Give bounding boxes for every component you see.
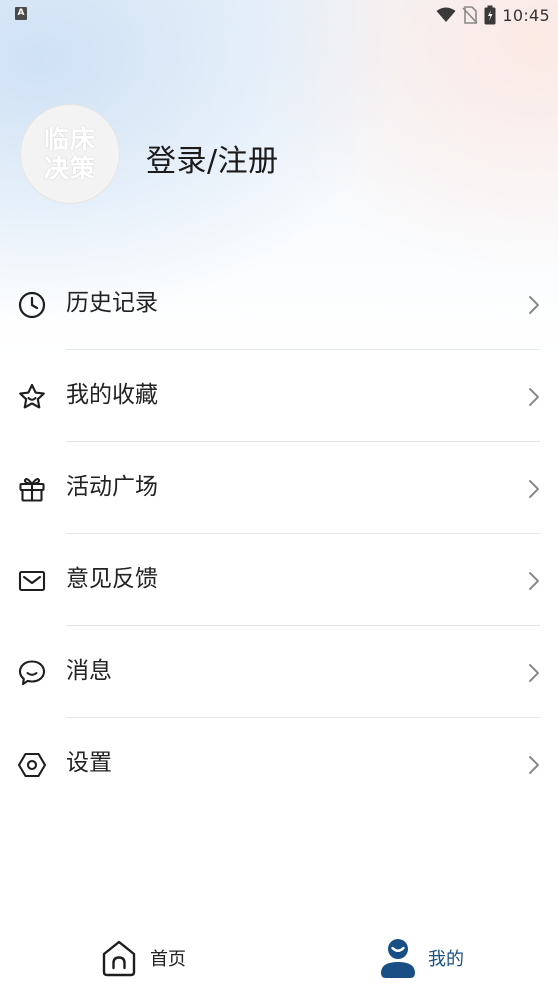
menu-item-messages[interactable]: 消息 — [0, 626, 558, 718]
wifi-icon — [436, 7, 456, 22]
menu-item-activity-square[interactable]: 活动广场 — [0, 442, 558, 534]
login-register-link[interactable]: 登录/注册 — [146, 136, 279, 180]
menu-item-label: 设置 — [66, 750, 112, 776]
menu-item-label: 消息 — [66, 658, 112, 684]
menu-list: 历史记录 我的收藏 活动广场 意见反馈 消息 设置 — [0, 258, 558, 810]
bottom-nav: 首页 我的 — [0, 930, 558, 993]
nav-mine-label: 我的 — [428, 949, 464, 970]
a-badge-icon: A — [15, 7, 27, 20]
nav-tab-home[interactable]: 首页 — [100, 938, 186, 978]
user-icon — [381, 939, 415, 978]
avatar[interactable]: 临床 决策 — [20, 104, 120, 204]
menu-item-settings[interactable]: 设置 — [0, 718, 558, 810]
menu-item-history[interactable]: 历史记录 — [0, 258, 558, 350]
menu-item-label: 意见反馈 — [66, 566, 158, 592]
clock-icon — [18, 291, 46, 319]
chevron-right-icon — [529, 296, 539, 314]
mail-icon — [18, 570, 46, 592]
chevron-right-icon — [529, 480, 539, 498]
menu-item-label: 活动广场 — [66, 474, 158, 500]
menu-item-label: 历史记录 — [66, 290, 158, 316]
nav-tab-mine[interactable]: 我的 — [378, 936, 464, 980]
menu-item-feedback[interactable]: 意见反馈 — [0, 534, 558, 626]
chevron-right-icon — [529, 664, 539, 682]
status-bar: A 10:45 — [0, 0, 558, 30]
nav-home-label: 首页 — [150, 949, 186, 970]
gift-icon — [19, 478, 45, 502]
battery-icon — [484, 5, 496, 25]
menu-item-label: 我的收藏 — [66, 382, 158, 408]
menu-item-favorites[interactable]: 我的收藏 — [0, 350, 558, 442]
avatar-text-line1: 临床 — [43, 125, 96, 154]
chevron-right-icon — [529, 756, 539, 774]
status-time: 10:45 — [502, 5, 550, 25]
home-icon — [102, 940, 136, 977]
chevron-right-icon — [529, 388, 539, 406]
star-icon — [19, 383, 45, 409]
chat-icon — [18, 660, 46, 686]
no-sim-icon — [462, 6, 478, 24]
chevron-right-icon — [529, 572, 539, 590]
avatar-text-line2: 决策 — [43, 154, 96, 183]
status-icons: 10:45 — [436, 4, 550, 26]
settings-hex-icon — [17, 752, 47, 778]
